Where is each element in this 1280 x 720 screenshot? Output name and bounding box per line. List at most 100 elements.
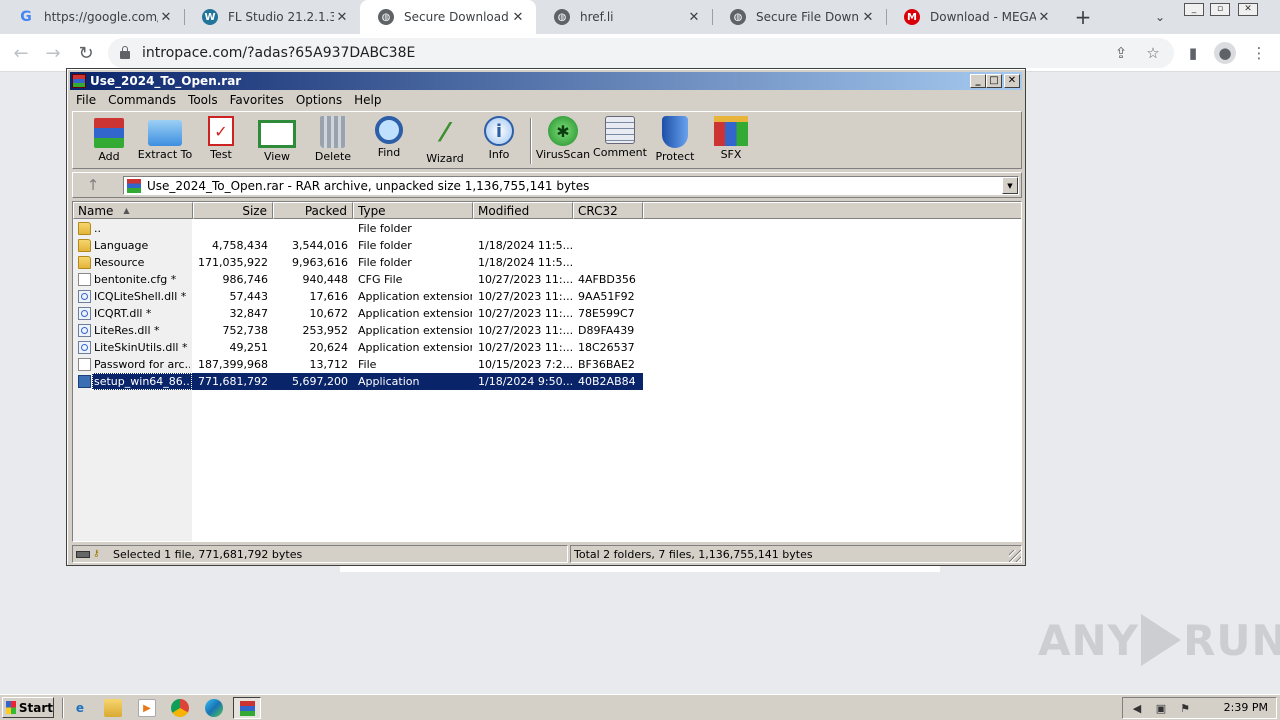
edge-icon[interactable] [205, 699, 223, 717]
focus-rectangle [92, 373, 192, 390]
menu-commands[interactable]: Commands [102, 93, 182, 107]
cell-name: LiteRes.dll * [94, 324, 160, 337]
protect-button[interactable]: Protect [647, 114, 703, 168]
browser-tab[interactable]: ◍ Secure File Download ✕ [712, 0, 886, 34]
file-list: Name ▲ Size Packed Type Modified CRC32 ..… [72, 201, 1022, 542]
find-button[interactable]: Find [361, 114, 417, 168]
browser-tab[interactable]: W FL Studio 21.2.1.3859 ✕ [184, 0, 360, 34]
table-row[interactable]: ICQLiteShell.dll * 57,443 17,616 Applica… [73, 288, 1021, 305]
browser-tab[interactable]: ◍ href.li ✕ [536, 0, 712, 34]
winrar-titlebar[interactable]: Use_2024_To_Open.rar _ □ ✕ [70, 72, 1022, 90]
table-row[interactable]: LiteRes.dll * 752,738 253,952 Applicatio… [73, 322, 1021, 339]
maximize-button[interactable]: □ [986, 74, 1002, 88]
column-header-modified[interactable]: Modified [473, 202, 573, 219]
close-icon[interactable]: ✕ [158, 9, 174, 25]
column-header-crc32[interactable]: CRC32 [573, 202, 643, 219]
browser-tab[interactable]: M Download - MEGA ✕ [886, 0, 1062, 34]
key-icon[interactable]: ⚷ [93, 549, 107, 559]
table-row[interactable]: LiteSkinUtils.dll * 49,251 20,624 Applic… [73, 339, 1021, 356]
column-header-packed[interactable]: Packed [273, 202, 353, 219]
column-header-name[interactable]: Name ▲ [73, 202, 193, 219]
new-tab-button[interactable]: + [1072, 5, 1094, 29]
wizard-button[interactable]: ⁄ Wizard [417, 114, 473, 168]
media-player-icon[interactable]: ▶ [138, 699, 156, 717]
comment-button[interactable]: Comment [592, 114, 648, 168]
restore-button[interactable]: ▫ [1210, 3, 1230, 16]
clock[interactable]: 2:39 PM [1224, 701, 1268, 714]
profile-avatar-icon[interactable]: ● [1214, 42, 1236, 64]
table-row[interactable]: bentonite.cfg * 986,746 940,448 CFG File… [73, 271, 1021, 288]
volume-icon[interactable]: ◀ [1129, 701, 1145, 715]
status-pane-left: ⚷ Selected 1 file, 771,681,792 bytes [72, 545, 568, 563]
chevron-down-icon[interactable]: ▼ [1002, 177, 1018, 194]
window-title: Use_2024_To_Open.rar [90, 74, 242, 88]
bookmark-star-icon[interactable]: ☆ [1144, 44, 1162, 62]
network-icon[interactable]: ▣ [1153, 701, 1169, 715]
cell-crc32: 18C26537 [578, 341, 635, 354]
sfx-button[interactable]: SFX [703, 114, 759, 168]
back-arrow-icon[interactable]: ← [10, 42, 32, 64]
menu-kebab-icon[interactable]: ⋮ [1248, 42, 1270, 64]
menu-file[interactable]: File [70, 93, 102, 107]
column-header-type[interactable]: Type [353, 202, 473, 219]
resize-grip[interactable] [1009, 550, 1021, 562]
archive-path-combo[interactable]: Use_2024_To_Open.rar - RAR archive, unpa… [123, 176, 1019, 195]
chrome-icon[interactable] [171, 699, 189, 717]
minimize-button[interactable]: _ [1184, 3, 1204, 16]
tab-search-chevron-icon[interactable]: ⌄ [1150, 8, 1170, 26]
close-button[interactable]: ✕ [1004, 74, 1020, 88]
close-icon[interactable]: ✕ [510, 9, 526, 25]
watermark-text-right: RUN [1183, 615, 1280, 665]
tab-title: Secure Download File [404, 10, 510, 24]
virusscan-button[interactable]: ✱ VirusScan [535, 114, 591, 168]
cell-type: CFG File [358, 273, 403, 286]
close-icon[interactable]: ✕ [1036, 9, 1052, 25]
address-bar[interactable]: intropace.com/?adas?65A937DABC38E ⇪ ☆ [108, 38, 1174, 68]
menu-favorites[interactable]: Favorites [224, 93, 290, 107]
table-row[interactable]: ICQRT.dll * 32,847 10,672 Application ex… [73, 305, 1021, 322]
tool-label: Comment [593, 146, 647, 159]
table-row[interactable]: Language 4,758,434 3,544,016 File folder… [73, 237, 1021, 254]
cell-name: Password for arc... [94, 358, 190, 371]
up-arrow-icon[interactable]: ↑ [79, 176, 107, 194]
test-button[interactable]: ✓ Test [193, 114, 249, 168]
close-icon[interactable]: ✕ [686, 9, 702, 25]
table-row[interactable]: Password for arc... 187,399,968 13,712 F… [73, 356, 1021, 373]
menu-help[interactable]: Help [348, 93, 387, 107]
action-center-flag-icon[interactable]: ⚑ [1177, 701, 1193, 715]
add-button[interactable]: Add [81, 114, 137, 168]
forward-arrow-icon[interactable]: → [42, 42, 64, 64]
tool-label: View [263, 150, 291, 163]
side-panel-icon[interactable]: ▮ [1182, 42, 1204, 64]
browser-tab-active[interactable]: ◍ Secure Download File ✕ [360, 0, 536, 34]
close-window-button[interactable]: ✕ [1238, 3, 1258, 16]
url-text[interactable]: intropace.com/?adas?65A937DABC38E [142, 45, 415, 61]
view-button[interactable]: View [249, 114, 305, 168]
taskbar-winrar-button[interactable] [233, 697, 261, 719]
cell-crc32 [578, 254, 642, 271]
minimize-button[interactable]: _ [970, 74, 986, 88]
close-icon[interactable]: ✕ [334, 9, 350, 25]
close-icon[interactable]: ✕ [860, 9, 876, 25]
column-header-filler [643, 202, 1021, 219]
menu-tools[interactable]: Tools [182, 93, 224, 107]
browser-tab[interactable]: G https://google.com/ ✕ [0, 0, 184, 34]
extract-to-button[interactable]: Extract To [137, 114, 193, 168]
lock-icon[interactable] [120, 46, 130, 59]
table-row[interactable]: .. File folder [73, 220, 1021, 237]
internet-explorer-icon[interactable]: e [71, 699, 89, 717]
cell-name: LiteSkinUtils.dll * [94, 341, 188, 354]
info-button[interactable]: i Info [471, 114, 527, 168]
menu-options[interactable]: Options [290, 93, 348, 107]
drive-icon[interactable] [76, 550, 90, 558]
delete-button[interactable]: Delete [305, 114, 361, 168]
cell-size: 4,758,434 [212, 239, 268, 252]
share-icon[interactable]: ⇪ [1112, 44, 1130, 62]
column-header-size[interactable]: Size [193, 202, 273, 219]
start-button[interactable]: Start [2, 697, 54, 718]
table-row[interactable]: Resource 171,035,922 9,963,616 File fold… [73, 254, 1021, 271]
folder-icon [78, 256, 91, 269]
folder-icon[interactable] [104, 699, 122, 717]
reload-icon[interactable]: ↻ [75, 42, 97, 64]
table-row-selected[interactable]: setup_win64_86.... 771,681,792 5,697,200… [73, 373, 1021, 390]
